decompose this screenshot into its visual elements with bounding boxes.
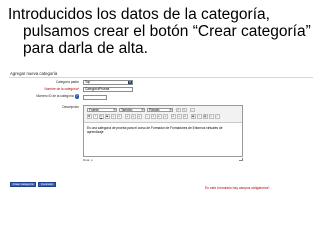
redo-icon[interactable]: ↷ xyxy=(182,107,187,112)
align-left-icon[interactable]: ≡ xyxy=(125,114,130,119)
editor-path: Ruta: p xyxy=(83,158,93,162)
slide-caption: Introducidos los datos de la categoría, … xyxy=(8,6,314,57)
category-name-label: Nombre de la categoría* xyxy=(9,87,79,92)
parent-category-label: Categoría padre xyxy=(55,80,79,84)
cancel-button[interactable]: Cancelar xyxy=(38,182,56,187)
unlink-icon[interactable]: ⊘ xyxy=(183,114,188,119)
subscript-icon[interactable]: x xyxy=(111,114,116,119)
underline-icon[interactable]: U xyxy=(99,114,104,119)
category-id-label-text: Número ID de la categoría xyxy=(36,94,74,99)
bullet-list-icon[interactable]: • xyxy=(145,114,150,119)
spellcheck-icon[interactable]: ✓ xyxy=(215,114,220,119)
category-id-label: Número ID de la categoría ? xyxy=(9,94,79,99)
numbered-list-icon[interactable]: 1 xyxy=(151,114,156,119)
smiley-icon[interactable]: ☺ xyxy=(197,114,202,119)
chevron-down-icon: ▼ xyxy=(128,81,132,84)
category-form-screenshot: Agregar nueva categoría Categoría padre … xyxy=(9,69,314,240)
description-content: Es una categoría de prueba para el curso… xyxy=(87,126,223,134)
font-dropdown-icon: ▼ xyxy=(113,108,116,111)
font-select[interactable]: Fuente ▼ xyxy=(87,107,117,112)
editor-toolbar: Fuente ▼ Tamaño ▼ Párrafo ▼ ↶ ↷ ⌕ B I U S x… xyxy=(84,106,242,123)
size-select[interactable]: Tamaño ▼ xyxy=(119,107,145,112)
description-editor[interactable]: Fuente ▼ Tamaño ▼ Párrafo ▼ ↶ ↷ ⌕ B I U S x… xyxy=(83,105,243,157)
category-name-label-text: Nombre de la categoría xyxy=(44,87,78,91)
required-fields-note: En este formulario hay campos obligatori… xyxy=(205,186,270,190)
help-icon[interactable]: ? xyxy=(74,94,79,99)
strikethrough-icon[interactable]: S xyxy=(105,114,110,119)
create-category-button[interactable]: Crear categoría xyxy=(10,182,36,187)
font-select-value: Fuente xyxy=(89,107,99,112)
table-icon[interactable]: ▦ xyxy=(203,114,208,119)
undo-icon[interactable]: ↶ xyxy=(176,107,181,112)
required-star: * xyxy=(77,87,79,91)
paragraph-dropdown-icon: ▼ xyxy=(169,108,172,111)
category-id-input[interactable] xyxy=(83,95,107,100)
link-icon[interactable]: ∞ xyxy=(177,114,182,119)
superscript-icon[interactable]: x xyxy=(117,114,122,119)
align-center-icon[interactable]: ≡ xyxy=(131,114,136,119)
size-select-value: Tamaño xyxy=(121,107,133,112)
form-heading: Agregar nueva categoría xyxy=(10,71,58,76)
resize-handle-icon[interactable] xyxy=(239,158,243,161)
align-right-icon[interactable]: ≡ xyxy=(137,114,142,119)
parent-category-select[interactable]: Top ▼ xyxy=(83,80,133,85)
italic-icon[interactable]: I xyxy=(93,114,98,119)
find-icon[interactable]: ⌕ xyxy=(190,107,195,112)
image-icon[interactable]: ▣ xyxy=(191,114,196,119)
caption-line-3: para darla de alta. xyxy=(23,40,148,57)
outdent-icon[interactable]: ⇤ xyxy=(157,114,162,119)
caption-line-1: Introducidos los datos de la categoría, xyxy=(8,6,270,23)
description-label: Descripción xyxy=(62,105,79,109)
indent-icon[interactable]: ⇥ xyxy=(163,114,168,119)
bold-icon[interactable]: B xyxy=(87,114,92,119)
caption-line-2: pulsamos crear el botón “Crear categoría… xyxy=(23,23,311,40)
heading-divider xyxy=(9,77,313,78)
text-color-icon[interactable]: A xyxy=(171,114,176,119)
parent-category-value: Top xyxy=(85,80,91,84)
paragraph-select[interactable]: Párrafo ▼ xyxy=(147,107,173,112)
paragraph-select-value: Párrafo xyxy=(149,107,160,112)
html-source-icon[interactable]: ◇ xyxy=(209,114,214,119)
size-dropdown-icon: ▼ xyxy=(141,108,144,111)
category-name-input[interactable]: CategoríaPrueba xyxy=(83,87,133,92)
